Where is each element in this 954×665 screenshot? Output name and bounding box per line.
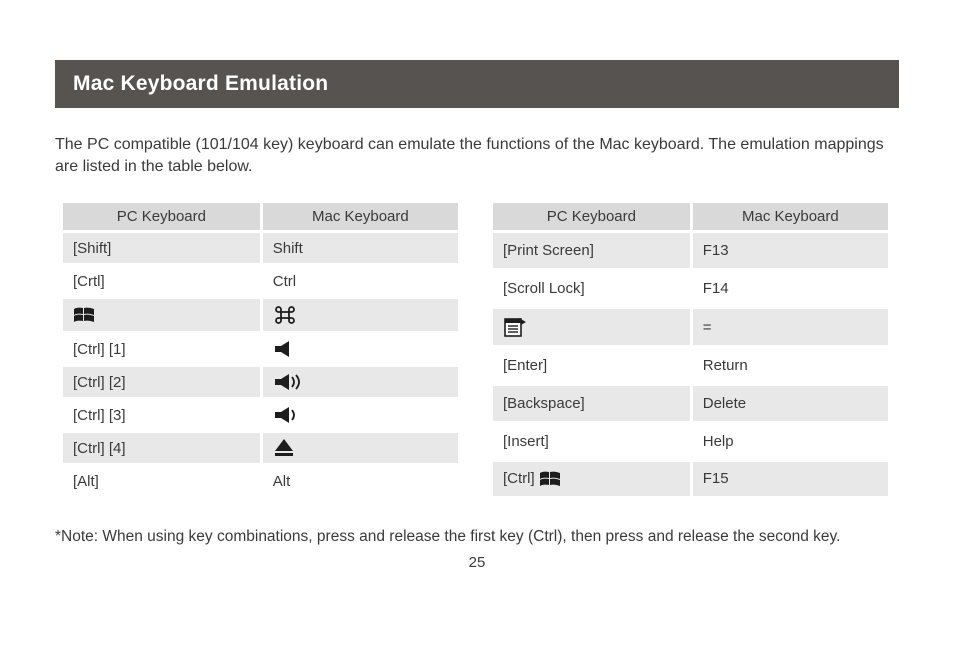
mac-key-text: F13 [703,242,729,259]
mac-key-cell [261,399,459,432]
section-title: Mac Keyboard Emulation [55,60,899,108]
pc-key-text: [Ctrl] [2] [73,374,126,391]
pc-key-text: [Print Screen] [503,242,594,259]
table-row [63,298,460,333]
mac-key-text: Return [703,357,748,374]
mapping-table-left: PC Keyboard Mac Keyboard [Shift] Shift [Cr… [63,203,461,499]
table-row: [Ctrl] [3] [63,399,460,432]
mac-key-text: = [703,319,712,336]
pc-key-text: [Crtl] [73,273,105,290]
pc-key-text: [Alt] [73,473,99,490]
page-number: 25 [55,554,899,571]
mac-key-cell [261,432,459,465]
pc-key-cell: [Ctrl] [493,460,691,498]
pc-key-cell: [Ctrl] [3] [63,399,261,432]
table-row: [Backspace] Delete [493,385,890,423]
table-row: [Shift] Shift [63,232,460,265]
col-header-mac: Mac Keyboard [261,203,459,232]
mac-key-cell: F14 [691,269,889,307]
mac-key-text: Delete [703,395,746,412]
pc-key-cell: [Crtl] [63,265,261,298]
table-row: [Scroll Lock] F14 [493,269,890,307]
mac-key-cell: Shift [261,232,459,265]
mapping-table-right: PC Keyboard Mac Keyboard [Print Screen] F… [493,203,891,499]
voldown-icon [273,406,303,424]
mac-key-text: Alt [273,473,291,490]
pc-key-text: [Ctrl] [3] [73,407,126,424]
table-row: [Ctrl] F15 [493,460,890,498]
pc-key-cell: [Alt] [63,465,261,498]
mac-key-cell: Help [691,422,889,460]
pc-key-text: [Scroll Lock] [503,280,585,297]
mac-key-text: Shift [273,240,303,257]
table-row: [Ctrl] [2] [63,366,460,399]
table-row: [Print Screen] F13 [493,232,890,270]
mac-key-cell: Alt [261,465,459,498]
table-row: = [493,307,890,347]
windows-icon [539,470,561,488]
table-row: [Ctrl] [1] [63,333,460,366]
appmenu-icon [503,316,527,338]
mac-key-text: F15 [703,470,729,487]
pc-key-cell: [Ctrl] [1] [63,333,261,366]
mac-key-cell: Delete [691,385,889,423]
col-header-pc: PC Keyboard [63,203,261,232]
pc-key-text: [Shift] [73,240,111,257]
mac-key-text: Ctrl [273,273,296,290]
mac-key-cell: F13 [691,232,889,270]
volup-icon [273,373,305,391]
mac-key-text: F14 [703,280,729,297]
pc-key-text: [Ctrl] [1] [73,341,126,358]
mapping-tables: PC Keyboard Mac Keyboard [Shift] Shift [Cr… [55,203,899,499]
pc-key-cell: [Print Screen] [493,232,691,270]
pc-key-cell: [Ctrl] [2] [63,366,261,399]
pc-key-cell: [Insert] [493,422,691,460]
pc-key-text: [Backspace] [503,395,585,412]
windows-icon [73,306,95,324]
pc-key-cell [493,307,691,347]
pc-key-cell: [Backspace] [493,385,691,423]
pc-key-text: [Insert] [503,433,549,450]
table-row: [Ctrl] [4] [63,432,460,465]
footnote: *Note: When using key combinations, pres… [55,527,899,548]
pc-key-text: [Enter] [503,357,547,374]
table-row: [Alt] Alt [63,465,460,498]
mac-key-text: Help [703,433,734,450]
intro-text: The PC compatible (101/104 key) keyboard… [55,134,899,177]
pc-key-cell: [Scroll Lock] [493,269,691,307]
pc-key-cell: [Enter] [493,347,691,385]
eject-icon [273,438,295,458]
mac-key-cell [261,333,459,366]
col-header-pc: PC Keyboard [493,203,691,232]
pc-key-cell [63,298,261,333]
table-row: [Insert] Help [493,422,890,460]
pc-key-text: [Ctrl] [4] [73,440,126,457]
pc-key-text: [Ctrl] [503,470,539,487]
pc-key-cell: [Ctrl] [4] [63,432,261,465]
col-header-mac: Mac Keyboard [691,203,889,232]
mac-key-cell [261,366,459,399]
mac-key-cell: F15 [691,460,889,498]
mute-icon [273,340,301,358]
mac-key-cell: Return [691,347,889,385]
table-row: [Crtl] Ctrl [63,265,460,298]
pc-key-cell: [Shift] [63,232,261,265]
table-row: [Enter] Return [493,347,890,385]
mac-key-cell: = [691,307,889,347]
mac-key-cell [261,298,459,333]
mac-key-cell: Ctrl [261,265,459,298]
command-icon [273,304,297,326]
